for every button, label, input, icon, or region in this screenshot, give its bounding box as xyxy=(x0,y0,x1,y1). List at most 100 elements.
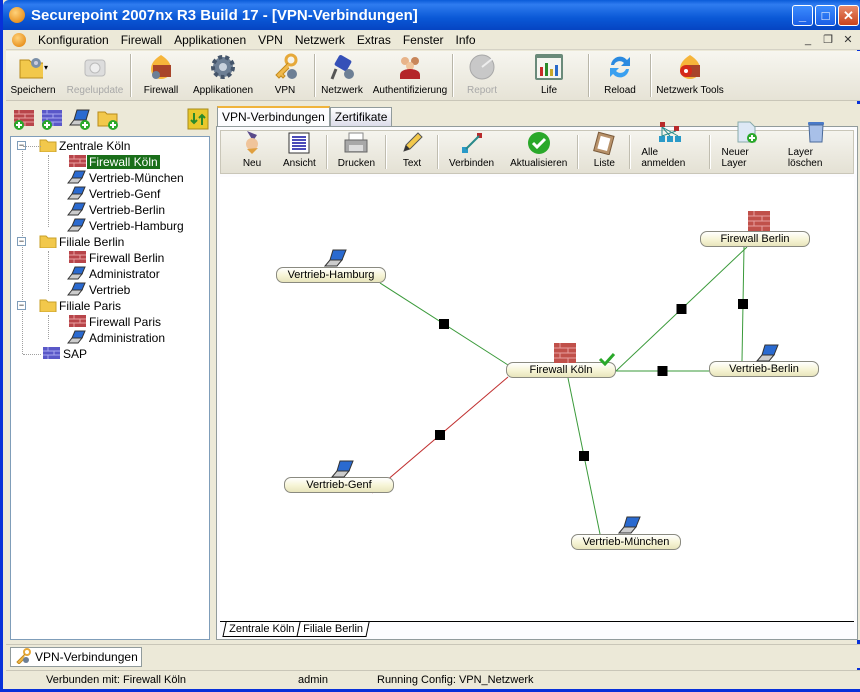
title-bar[interactable]: Securepoint 2007nx R3 Build 17 - [VPN-Ve… xyxy=(3,0,860,30)
tree-group-filiale-paris[interactable]: − Filiale Paris xyxy=(17,298,123,314)
folder-icon xyxy=(39,234,57,251)
wizard-icon xyxy=(237,129,267,155)
toolbar-separator xyxy=(385,135,388,169)
connection-handle[interactable] xyxy=(435,430,445,440)
layer-tab-zentrale-koeln[interactable]: Zentrale Köln xyxy=(222,622,302,637)
tree-item-vertrieb-hamburg[interactable]: Vertrieb-Hamburg xyxy=(66,218,186,235)
maximize-button[interactable]: □ xyxy=(815,5,836,26)
toolbar-separator xyxy=(437,135,440,169)
layer-tabs: Zentrale Köln Filiale Berlin xyxy=(220,621,854,639)
firewall-button[interactable]: Firewall xyxy=(132,51,190,100)
tree-item-administrator[interactable]: Administrator xyxy=(66,266,162,282)
netzwerk-tools-button[interactable]: Netzwerk Tools xyxy=(652,51,728,100)
folder-icon xyxy=(39,298,57,315)
menu-fenster[interactable]: Fenster xyxy=(397,33,450,47)
tree-item-administration[interactable]: Administration xyxy=(66,330,167,346)
connection-handle[interactable] xyxy=(738,299,748,309)
tree-item-firewall-paris[interactable]: Firewall Paris xyxy=(67,314,163,330)
connection-handle[interactable] xyxy=(579,451,589,461)
layer-tab-filiale-berlin[interactable]: Filiale Berlin xyxy=(296,622,370,637)
authentifizierung-button[interactable]: Authentifizierung xyxy=(368,51,452,100)
tree-line xyxy=(22,146,23,354)
firewall-icon xyxy=(67,154,87,171)
tree-item-vertrieb-muenchen[interactable]: Vertrieb-München xyxy=(66,170,186,186)
menu-info[interactable]: Info xyxy=(450,33,482,47)
laptop-icon xyxy=(66,186,87,203)
tree-item-vertrieb-berlin[interactable]: Vertrieb-Berlin xyxy=(66,202,167,219)
neuer-layer-button[interactable]: Neuer Layer xyxy=(713,121,779,173)
menu-vpn[interactable]: VPN xyxy=(252,33,289,47)
close-button[interactable]: ✕ xyxy=(838,5,859,26)
add-laptop-icon[interactable] xyxy=(68,107,92,131)
network-cable-icon xyxy=(327,52,357,82)
tree-group-filiale-berlin[interactable]: − Filiale Berlin xyxy=(17,234,126,250)
tree-item-vertrieb-genf[interactable]: Vertrieb-Genf xyxy=(66,186,162,203)
mdi-minimize-button[interactable]: _ xyxy=(800,32,816,47)
menu-extras[interactable]: Extras xyxy=(351,33,397,47)
ansicht-button[interactable]: Ansicht xyxy=(275,131,324,173)
tree-item-firewall-berlin[interactable]: Firewall Berlin xyxy=(67,250,166,266)
add-folder-icon[interactable] xyxy=(96,107,120,131)
verbinden-button[interactable]: Verbinden xyxy=(441,131,502,173)
mdi-child-icon[interactable] xyxy=(12,32,26,47)
add-server-icon[interactable] xyxy=(40,107,64,131)
menu-netzwerk[interactable]: Netzwerk xyxy=(289,33,351,47)
vpn-button[interactable]: VPN xyxy=(256,51,314,100)
report-icon xyxy=(467,52,497,82)
connection-handle[interactable] xyxy=(439,319,449,329)
life-button[interactable]: Life xyxy=(510,51,588,100)
folder-icon xyxy=(39,138,57,155)
toolbar-separator xyxy=(709,135,712,169)
neu-button[interactable]: Neu xyxy=(229,131,275,173)
tree-line xyxy=(23,146,41,147)
key-icon xyxy=(14,647,32,667)
new-layer-icon xyxy=(732,120,762,144)
tree-line xyxy=(48,251,49,291)
laptop-icon xyxy=(66,202,87,219)
drucken-button[interactable]: Drucken xyxy=(330,131,383,173)
regelupdate-button: Regelupdate xyxy=(60,51,130,100)
alle-anmelden-button[interactable]: Alle anmelden xyxy=(633,122,707,173)
menu-konfiguration[interactable]: Konfiguration xyxy=(32,33,115,47)
tree-item-sap[interactable]: SAP xyxy=(41,346,89,362)
status-connected: Verbunden mit: Firewall Köln xyxy=(46,674,187,686)
collapse-toggle[interactable]: − xyxy=(17,237,26,246)
view-grid-icon xyxy=(284,131,314,155)
applikationen-button[interactable]: Applikationen xyxy=(190,51,256,100)
add-firewall-icon[interactable] xyxy=(12,107,36,131)
menu-applikationen[interactable]: Applikationen xyxy=(168,33,252,47)
laptop-icon xyxy=(66,218,87,235)
window-tab-bar: VPN-Verbindungen xyxy=(6,644,860,668)
minimize-button[interactable]: _ xyxy=(792,5,813,26)
tab-strip: VPN-Verbindungen Zertifikate xyxy=(217,106,393,126)
mdi-close-button[interactable]: ✕ xyxy=(840,32,856,47)
aktualisieren-button[interactable]: Aktualisieren xyxy=(502,131,575,173)
connection-handle[interactable] xyxy=(676,304,687,314)
laptop-icon xyxy=(617,516,642,539)
window-tab-vpn-verbindungen[interactable]: VPN-Verbindungen xyxy=(10,647,142,667)
save-button[interactable]: ▾ Speichern xyxy=(6,51,60,100)
users-icon xyxy=(395,52,425,82)
connection-handle[interactable] xyxy=(657,366,668,376)
tree-item-firewall-koeln[interactable]: Firewall Köln xyxy=(67,154,160,170)
main-toolbar: ▾ Speichern Regelupdate Firewall Applika… xyxy=(6,51,860,101)
text-button[interactable]: Text xyxy=(389,131,435,173)
tree-item-vertrieb[interactable]: Vertrieb xyxy=(66,282,132,298)
status-config: Running Config: VPN_Netzwerk xyxy=(377,674,534,686)
connected-check-icon xyxy=(598,352,616,369)
tab-vpn-verbindungen[interactable]: VPN-Verbindungen xyxy=(217,106,330,126)
reload-button[interactable]: Reload xyxy=(590,51,650,100)
netzwerk-button[interactable]: Netzwerk xyxy=(316,51,368,100)
firewall-icon xyxy=(67,314,87,331)
vpn-diagram-canvas[interactable]: Vertrieb-Hamburg Firewall Berlin Firewal… xyxy=(220,177,854,621)
collapse-toggle[interactable]: − xyxy=(17,301,26,310)
app-window: Securepoint 2007nx R3 Build 17 - [VPN-Ve… xyxy=(0,0,860,692)
liste-button[interactable]: Liste xyxy=(581,131,627,173)
menu-firewall[interactable]: Firewall xyxy=(115,33,168,47)
server-icon xyxy=(41,346,61,363)
sync-icon[interactable] xyxy=(186,107,210,131)
mdi-restore-button[interactable]: ❐ xyxy=(820,32,836,47)
tab-zertifikate[interactable]: Zertifikate xyxy=(329,107,393,126)
firewall-icon xyxy=(553,342,577,367)
layer-loeschen-button[interactable]: Layer löschen xyxy=(780,122,853,173)
